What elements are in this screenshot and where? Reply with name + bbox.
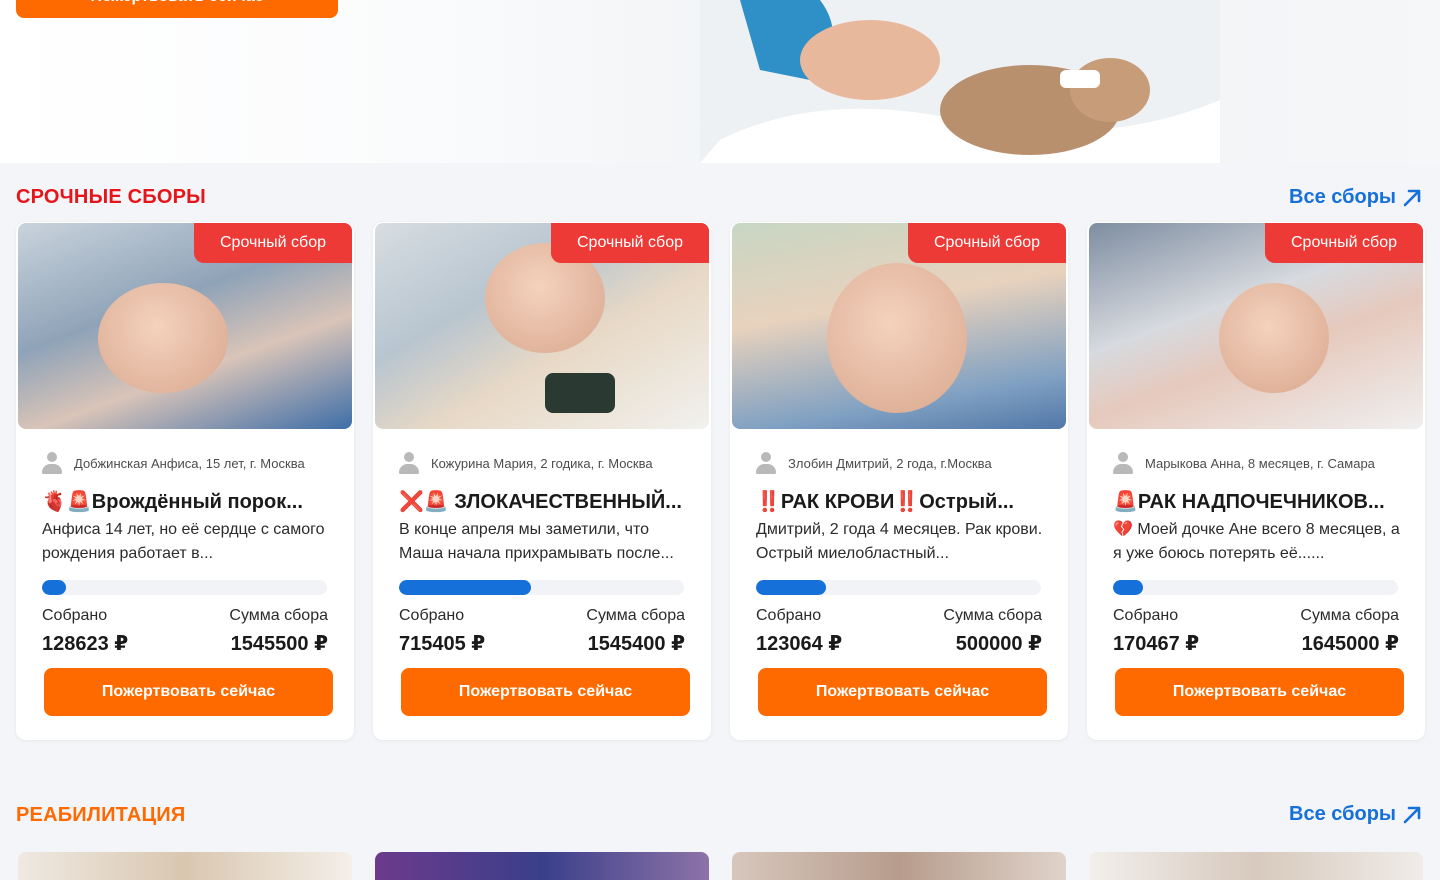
donate-button[interactable]: Пожертвовать сейчас <box>44 668 333 716</box>
author-info: Марыкова Анна, 8 месяцев, г. Самара <box>1113 452 1375 474</box>
collected-label: Собрано <box>399 607 465 624</box>
rehab-card-photo[interactable] <box>375 852 709 880</box>
fundraiser-title[interactable]: 🫀🚨Врождённый порок... <box>42 489 338 514</box>
progress-fill <box>1113 580 1143 595</box>
progress-bar <box>42 580 327 595</box>
rehab-card-photo[interactable] <box>1089 852 1423 880</box>
rehab-card-photo[interactable] <box>732 852 1066 880</box>
collected-amount: 170467 ₽ <box>1113 633 1200 655</box>
collected-label: Собрано <box>42 607 108 624</box>
hero-banner: Пожертвовать сейчас <box>0 0 1440 163</box>
fundraiser-title[interactable]: ‼️РАК КРОВИ‼️Острый... <box>756 489 1052 514</box>
author-info: Злобин Дмитрий, 2 года, г.Москва <box>756 452 992 474</box>
fundraiser-description: Анфиса 14 лет, но её сердце с самого рож… <box>42 521 325 562</box>
author-info: Кожурина Мария, 2 годика, г. Москва <box>399 452 653 474</box>
all-fundraisers-link-rehabilitation[interactable]: Все сборы <box>1289 803 1422 826</box>
donate-button[interactable]: Пожертвовать сейчас <box>1115 668 1404 716</box>
collected-amount: 715405 ₽ <box>399 633 486 655</box>
progress-bar <box>756 580 1041 595</box>
goal-label: Сумма сбора <box>943 607 1042 624</box>
user-icon <box>399 452 419 474</box>
collected-label: Собрано <box>1113 607 1179 624</box>
all-link-label: Все сборы <box>1289 803 1396 825</box>
all-link-label: Все сборы <box>1289 186 1396 208</box>
collected-label: Собрано <box>756 607 822 624</box>
fundraiser-description: Дмитрий, 2 года 4 месяцев. Рак крови. Ос… <box>756 521 1043 562</box>
user-icon <box>1113 452 1133 474</box>
user-icon <box>42 452 62 474</box>
arrow-up-right-icon <box>1403 806 1421 823</box>
section-title-rehabilitation: РЕАБИЛИТАЦИЯ <box>16 804 186 826</box>
goal-amount: 1545500 ₽ <box>230 633 328 655</box>
donate-button[interactable]: Пожертвовать сейчас <box>401 668 690 716</box>
goal-label: Сумма сбора <box>586 607 685 624</box>
progress-bar <box>399 580 684 595</box>
author-name: Кожурина Мария, 2 годика, г. Москва <box>431 455 653 471</box>
rehab-card-photo[interactable] <box>18 852 352 880</box>
progress-fill <box>756 580 827 595</box>
hero-donate-button[interactable]: Пожертвовать сейчас <box>16 0 338 18</box>
goal-label: Сумма сбора <box>1300 607 1399 624</box>
goal-amount: 1545400 ₽ <box>587 633 685 655</box>
goal-amount: 500000 ₽ <box>955 633 1042 655</box>
user-icon <box>756 452 776 474</box>
collected-amount: 123064 ₽ <box>756 633 843 655</box>
section-title-urgent: СРОЧНЫЕ СБОРЫ <box>16 186 206 208</box>
fundraiser-card[interactable]: Срочный сбор Добжинская Анфиса, 15 лет, … <box>16 222 354 740</box>
urgent-badge: Срочный сбор <box>1265 223 1423 263</box>
fundraiser-card[interactable]: Срочный сбор Кожурина Мария, 2 годика, г… <box>373 222 711 740</box>
arrow-up-right-icon <box>1403 189 1421 206</box>
fundraiser-title[interactable]: ❌🚨 ЗЛОКАЧЕСТВЕННЫЙ... <box>399 489 695 514</box>
hero-image <box>700 0 1220 163</box>
urgent-badge: Срочный сбор <box>908 223 1066 263</box>
fundraiser-card[interactable]: Срочный сбор Марыкова Анна, 8 месяцев, г… <box>1087 222 1425 740</box>
fundraiser-title[interactable]: 🚨РАК НАДПОЧЕЧНИКОВ... <box>1113 489 1409 514</box>
urgent-badge: Срочный сбор <box>551 223 709 263</box>
author-name: Добжинская Анфиса, 15 лет, г. Москва <box>74 455 305 471</box>
donate-button[interactable]: Пожертвовать сейчас <box>758 668 1047 716</box>
all-fundraisers-link-urgent[interactable]: Все сборы <box>1289 186 1422 209</box>
progress-fill <box>399 580 531 595</box>
author-name: Марыкова Анна, 8 месяцев, г. Самара <box>1145 455 1375 471</box>
collected-amount: 128623 ₽ <box>42 633 129 655</box>
fundraiser-description: 💔 Моей дочке Ане всего 8 месяцев, а я уж… <box>1113 521 1400 562</box>
fundraiser-description: В конце апреля мы заметили, что Маша нач… <box>399 521 674 562</box>
progress-fill <box>42 580 66 595</box>
author-name: Злобин Дмитрий, 2 года, г.Москва <box>788 455 992 471</box>
goal-label: Сумма сбора <box>229 607 328 624</box>
fundraiser-card[interactable]: Срочный сбор Злобин Дмитрий, 2 года, г.М… <box>730 222 1068 740</box>
author-info: Добжинская Анфиса, 15 лет, г. Москва <box>42 452 305 474</box>
urgent-badge: Срочный сбор <box>194 223 352 263</box>
progress-bar <box>1113 580 1398 595</box>
goal-amount: 1645000 ₽ <box>1301 633 1399 655</box>
